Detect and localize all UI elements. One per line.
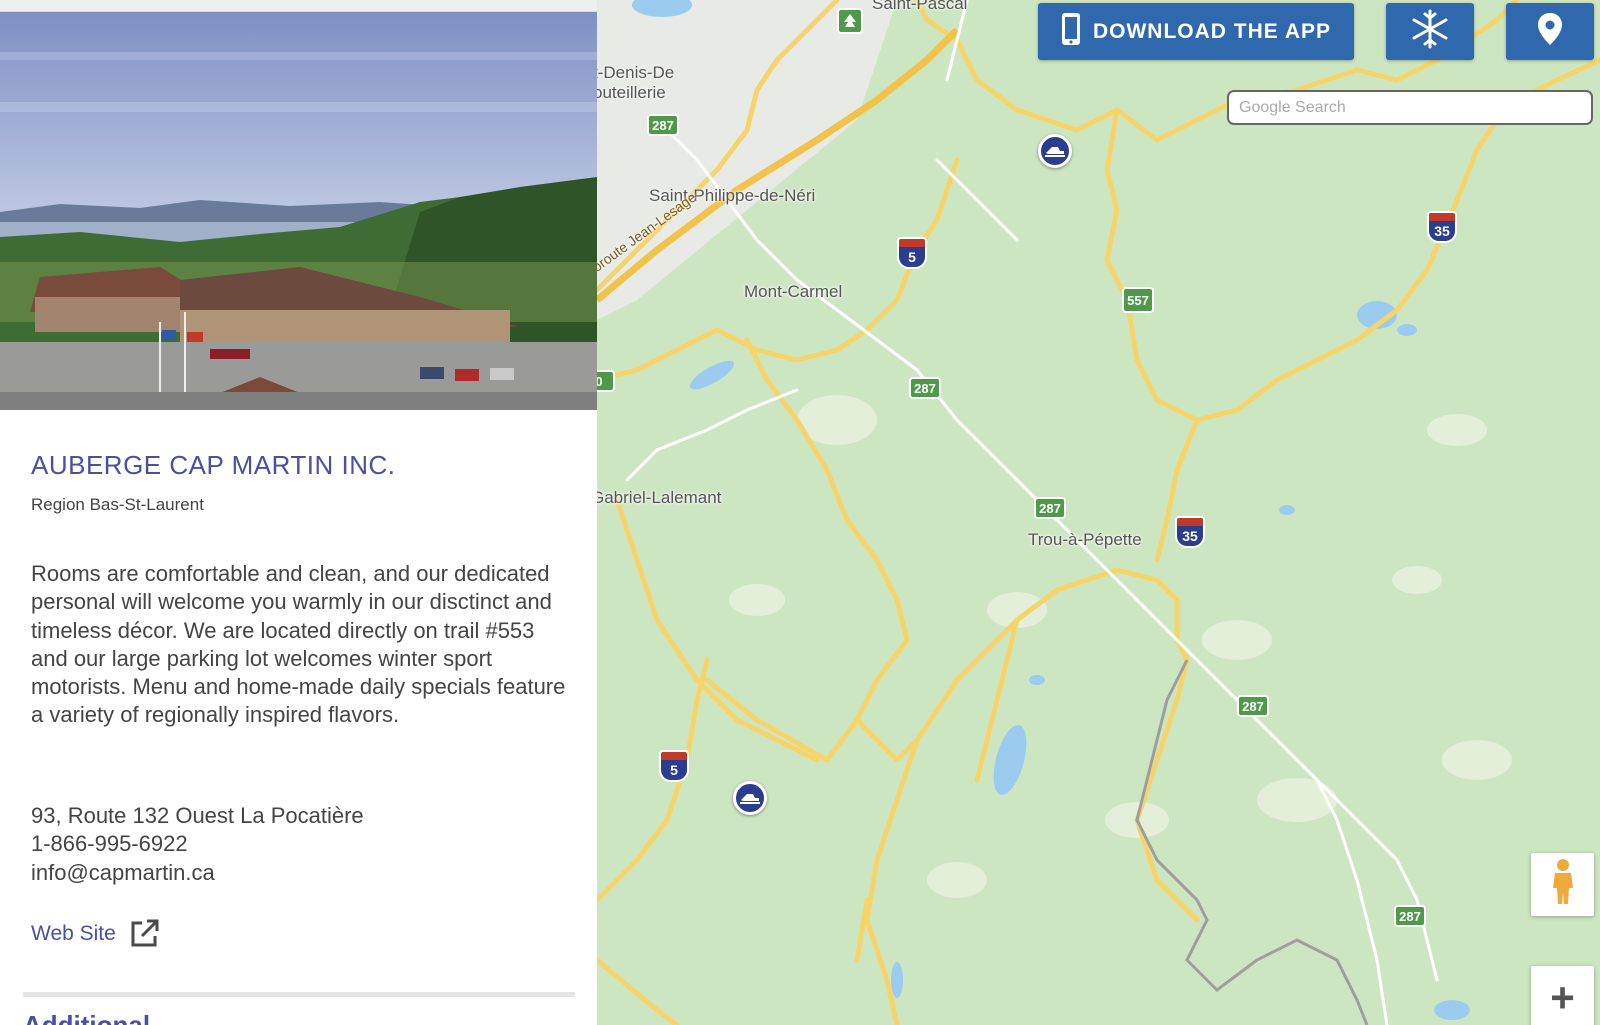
place-label-trou-a-pepette: Trou-à-Pépette (1028, 530, 1142, 549)
snowmobile-marker-icon[interactable] (733, 781, 767, 815)
park-poi-icon[interactable] (837, 8, 863, 34)
mobile-phone-icon (1061, 12, 1081, 52)
contact-block: 93, Route 132 Ouest La Pocatière 1-866-9… (31, 802, 364, 887)
my-location-button[interactable] (1506, 3, 1594, 60)
pegman-icon (1549, 858, 1577, 911)
route-287-shield: 287 (1237, 695, 1269, 717)
map-pin-icon (1537, 12, 1563, 51)
interstate-5-shield: 5 (659, 750, 689, 784)
place-label-saint-gabriel: Gabriel-Lalemant (597, 488, 722, 507)
snowflake-icon (1410, 9, 1450, 54)
business-region: Region Bas-St-Laurent (31, 495, 204, 514)
zoom-in-button[interactable]: + (1531, 966, 1594, 1025)
business-info-panel: AUBERGE CAP MARTIN INC. Region Bas-St-La… (0, 0, 597, 1025)
download-app-button[interactable]: DOWNLOAD THE APP (1038, 3, 1354, 60)
route-287-shield: 287 (1394, 905, 1426, 927)
interstate-5-shield: 5 (897, 237, 927, 271)
download-app-label: DOWNLOAD THE APP (1092, 19, 1332, 43)
interstate-35-shield: 35 (1427, 211, 1457, 245)
route-287-shield: 287 (909, 377, 941, 399)
snow-conditions-button[interactable] (1386, 3, 1474, 60)
place-label-saint-denis-2: outeillerie (597, 83, 666, 102)
business-title: AUBERGE CAP MARTIN INC. (31, 450, 396, 480)
business-address: 93, Route 132 Ouest La Pocatière (31, 803, 364, 828)
next-section-heading: Additional (23, 1010, 151, 1025)
place-label-mont-carmel: Mont-Carmel (744, 282, 843, 301)
place-label-saint-pascal: Saint-Pascal (872, 0, 968, 13)
route-287-shield: 287 (1034, 497, 1066, 519)
website-link[interactable]: Web Site (31, 918, 160, 950)
route-287-shield: 287 (647, 114, 679, 136)
route-557-shield: 557 (1122, 287, 1154, 313)
map-canvas[interactable]: Saint-Pascal t-Denis-De outeillerie Sain… (597, 0, 1600, 1025)
business-phone[interactable]: 1-866-995-6922 (31, 830, 364, 858)
snowmobile-marker-icon[interactable] (1038, 134, 1072, 168)
business-photo (0, 12, 597, 410)
street-view-pegman-button[interactable] (1531, 853, 1594, 916)
business-email[interactable]: info@capmartin.ca (31, 859, 364, 887)
website-link-label: Web Site (31, 922, 116, 945)
business-description: Rooms are comfortable and clean, and our… (31, 561, 566, 728)
route-shield-edge: 0 (597, 370, 615, 392)
panel-top-strip (0, 0, 597, 12)
place-label-saint-denis: t-Denis-De (597, 63, 675, 82)
google-search-input[interactable] (1227, 90, 1593, 125)
map-base-layer (597, 0, 1600, 1025)
external-link-icon (128, 918, 160, 950)
section-divider (23, 992, 575, 997)
interstate-35-shield: 35 (1175, 516, 1205, 550)
